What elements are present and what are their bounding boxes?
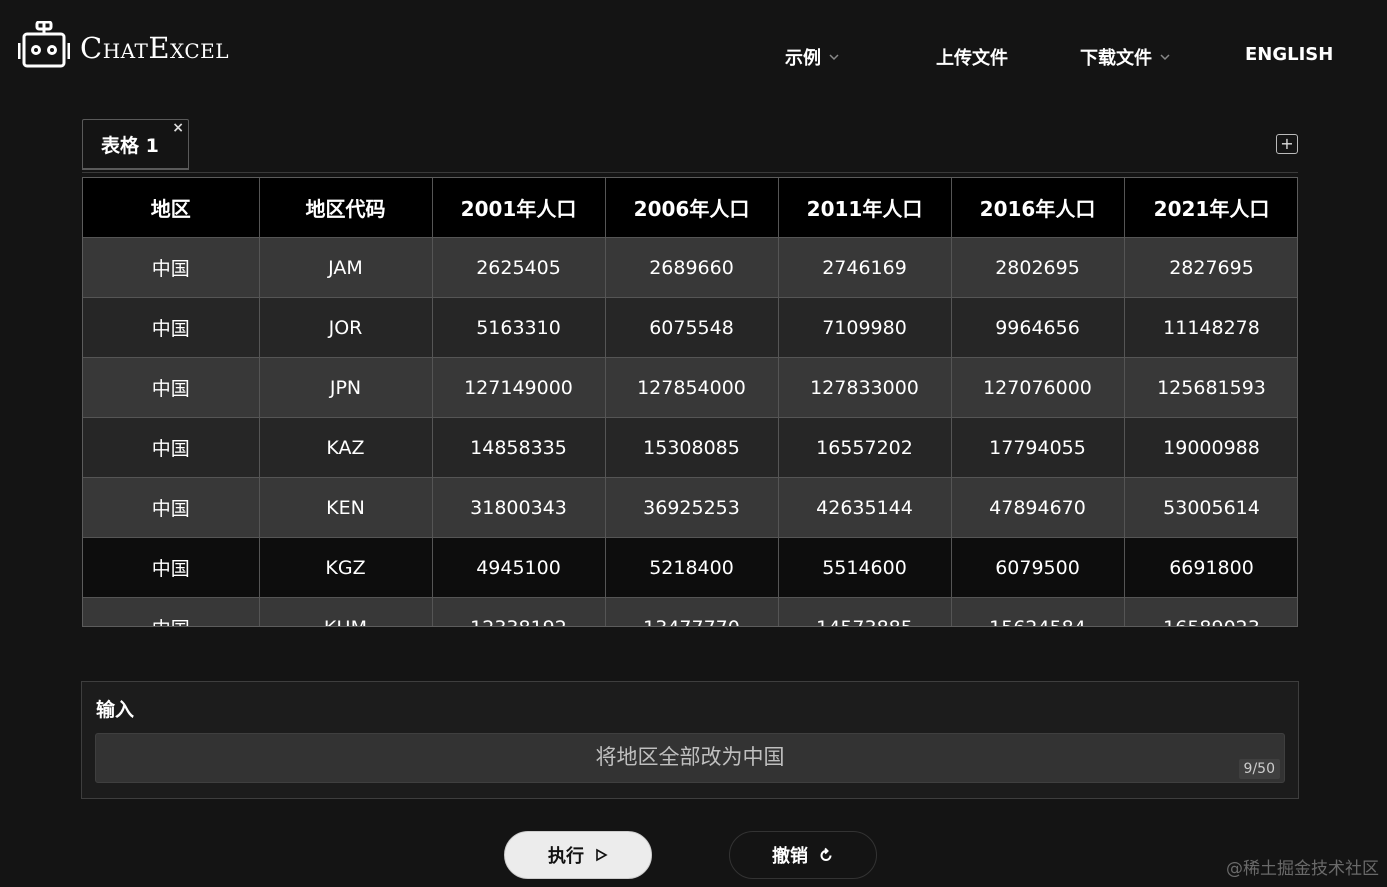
column-header[interactable]: 2021年人口 — [1124, 178, 1297, 238]
run-button-label: 执行 — [548, 846, 584, 867]
table-cell[interactable]: 中国 — [83, 357, 260, 418]
play-icon — [596, 848, 608, 862]
table-cell[interactable]: 中国 — [83, 237, 260, 298]
table-cell[interactable]: 6691800 — [1124, 537, 1297, 598]
page: ChatExcel 示例 上传文件 下载文件 ENGLISH 表格 1 × + — [0, 0, 1387, 887]
chevron-down-icon — [829, 54, 839, 61]
table-cell[interactable]: JOR — [259, 297, 433, 358]
table-cell[interactable]: 17794055 — [951, 417, 1125, 478]
table-cell[interactable]: 2802695 — [951, 237, 1125, 298]
table-row: 中国 JPN 127149000 127854000 127833000 127… — [83, 357, 1297, 418]
run-button[interactable]: 执行 — [504, 831, 652, 879]
table-row: 中国 KEN 31800343 36925253 42635144 478946… — [83, 477, 1297, 538]
nav-upload-label: 上传文件 — [936, 48, 1008, 69]
table-cell[interactable]: 2625405 — [432, 237, 606, 298]
table-cell[interactable]: 15624584 — [951, 597, 1125, 626]
input-panel: 输入 将地区全部改为中国 9/50 — [81, 681, 1299, 799]
nav-examples-label: 示例 — [785, 48, 821, 69]
table-cell[interactable]: 2746169 — [778, 237, 952, 298]
table-cell[interactable]: 31800343 — [432, 477, 606, 538]
table-cell[interactable]: 中国 — [83, 417, 260, 478]
table-cell[interactable]: 19000988 — [1124, 417, 1297, 478]
column-header[interactable]: 2016年人口 — [951, 178, 1125, 238]
table-cell[interactable]: 15308085 — [605, 417, 779, 478]
table-cell[interactable]: 36925253 — [605, 477, 779, 538]
table-cell[interactable]: 47894670 — [951, 477, 1125, 538]
table-cell[interactable]: 6079500 — [951, 537, 1125, 598]
table-cell[interactable]: 7109980 — [778, 297, 952, 358]
table-header-row: 地区 地区代码 2001年人口 2006年人口 2011年人口 2016年人口 … — [83, 178, 1297, 238]
nav-download-label: 下载文件 — [1080, 48, 1152, 69]
table-cell[interactable]: 127076000 — [951, 357, 1125, 418]
table-cell[interactable]: 53005614 — [1124, 477, 1297, 538]
undo-icon — [820, 847, 832, 861]
top-nav: 示例 上传文件 下载文件 ENGLISH — [0, 40, 1387, 72]
table-cell[interactable]: 4945100 — [432, 537, 606, 598]
close-icon[interactable]: × — [172, 121, 184, 135]
table-cell[interactable]: KAZ — [259, 417, 433, 478]
table-cell[interactable]: KEN — [259, 477, 433, 538]
table-cell[interactable]: 5163310 — [432, 297, 606, 358]
table-cell[interactable]: 14573885 — [778, 597, 952, 626]
table-cell[interactable]: 5218400 — [605, 537, 779, 598]
table-cell[interactable]: 2689660 — [605, 237, 779, 298]
table-cell[interactable]: 5514600 — [778, 537, 952, 598]
chevron-down-icon — [1160, 54, 1170, 61]
data-table: 地区 地区代码 2001年人口 2006年人口 2011年人口 2016年人口 … — [83, 178, 1297, 626]
table-cell[interactable]: 14858335 — [432, 417, 606, 478]
table-cell[interactable]: 9964656 — [951, 297, 1125, 358]
table-cell[interactable]: 125681593 — [1124, 357, 1297, 418]
table-cell[interactable]: 127833000 — [778, 357, 952, 418]
column-header[interactable]: 地区代码 — [259, 178, 433, 238]
table-cell[interactable]: 42635144 — [778, 477, 952, 538]
table-cell[interactable]: KHM — [259, 597, 433, 626]
table-cell[interactable]: KGZ — [259, 537, 433, 598]
table-cell[interactable]: 13477770 — [605, 597, 779, 626]
sheet-tabs: 表格 1 × + — [82, 119, 1298, 173]
undo-button[interactable]: 撤销 — [729, 831, 877, 879]
table-cell[interactable]: 127149000 — [432, 357, 606, 418]
undo-button-label: 撤销 — [772, 846, 808, 867]
table-cell[interactable]: 中国 — [83, 297, 260, 358]
table-cell[interactable]: 中国 — [83, 477, 260, 538]
char-counter: 9/50 — [1238, 759, 1280, 779]
table-cell[interactable]: 中国 — [83, 597, 260, 626]
table-cell[interactable]: 2827695 — [1124, 237, 1297, 298]
table-row: 中国 KAZ 14858335 15308085 16557202 177940… — [83, 417, 1297, 478]
table-row: 中国 KHM 12338192 13477770 14573885 156245… — [83, 597, 1297, 626]
column-header[interactable]: 2011年人口 — [778, 178, 952, 238]
table-cell[interactable]: 127854000 — [605, 357, 779, 418]
input-label: 输入 — [96, 699, 135, 721]
table-cell[interactable]: JAM — [259, 237, 433, 298]
table-cell[interactable]: 6075548 — [605, 297, 779, 358]
tab-sheet-1[interactable]: 表格 1 × — [82, 119, 189, 170]
column-header[interactable]: 2006年人口 — [605, 178, 779, 238]
table-row: 中国 JOR 5163310 6075548 7109980 9964656 1… — [83, 297, 1297, 358]
command-input-value: 将地区全部改为中国 — [595, 745, 785, 769]
tab-label: 表格 1 — [101, 134, 159, 157]
table-cell[interactable]: 中国 — [83, 537, 260, 598]
data-table-container[interactable]: 地区 地区代码 2001年人口 2006年人口 2011年人口 2016年人口 … — [82, 177, 1298, 627]
watermark: @稀土掘金技术社区 — [1226, 859, 1379, 879]
command-input[interactable]: 将地区全部改为中国 9/50 — [95, 733, 1285, 783]
nav-language[interactable]: ENGLISH — [1245, 44, 1333, 65]
table-cell[interactable]: 11148278 — [1124, 297, 1297, 358]
table-cell[interactable]: 16557202 — [778, 417, 952, 478]
table-cell[interactable]: 16589023 — [1124, 597, 1297, 626]
table-row: 中国 JAM 2625405 2689660 2746169 2802695 2… — [83, 237, 1297, 298]
table-cell[interactable]: JPN — [259, 357, 433, 418]
column-header[interactable]: 地区 — [83, 178, 260, 238]
table-cell[interactable]: 12338192 — [432, 597, 606, 626]
nav-download[interactable]: 下载文件 — [1080, 44, 1172, 70]
column-header[interactable]: 2001年人口 — [432, 178, 606, 238]
nav-language-label: ENGLISH — [1245, 44, 1334, 65]
nav-examples[interactable]: 示例 — [785, 44, 841, 70]
nav-upload[interactable]: 上传文件 — [936, 44, 1008, 70]
table-row: 中国 KGZ 4945100 5218400 5514600 6079500 6… — [83, 537, 1297, 598]
plus-icon: + — [1280, 134, 1294, 153]
add-tab-button[interactable]: + — [1276, 134, 1298, 154]
